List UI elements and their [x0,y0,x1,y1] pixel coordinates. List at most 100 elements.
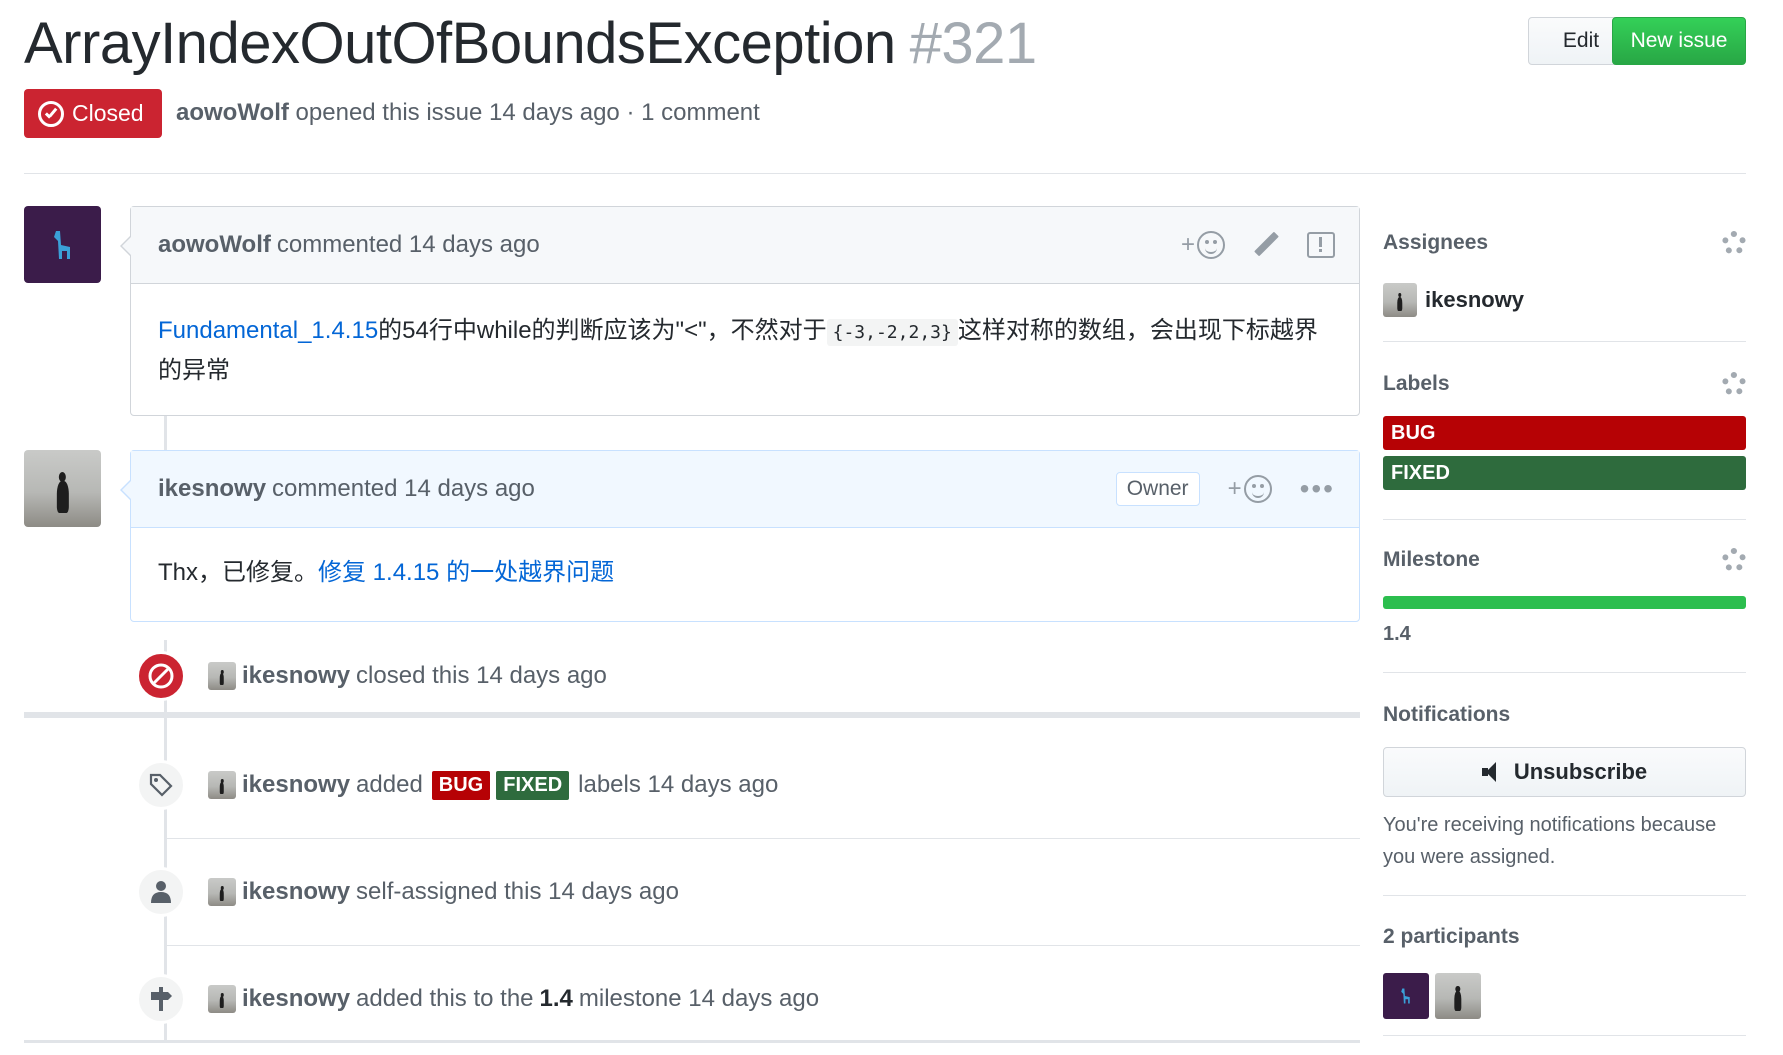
event-text: labels 14 days ago [578,771,779,798]
comment-text: Thx，已修复。 [158,559,319,586]
assignees-title: Assignees [1383,231,1489,254]
avatar[interactable] [208,771,236,799]
unsubscribe-label: Unsubscribe [1513,759,1648,784]
add-reaction-button[interactable]: + [1228,475,1272,503]
comment-author[interactable]: ikesnowy [158,475,266,503]
sidebar-assignees: Assignees ikesnowy [1383,231,1746,317]
milestone-progress-bar [1383,596,1746,609]
comment-text: 的54行中while的判断应该为"<"，不然对于 [378,317,827,344]
sidebar-divider [1383,1035,1746,1036]
sidebar-divider [1383,341,1746,342]
issue-title: ArrayIndexOutOfBoundsException #321 [24,10,1037,77]
issue-author-link[interactable]: aowoWolf [176,99,289,126]
circle-slash-icon [148,663,174,689]
avatar[interactable] [1435,973,1481,1019]
person-figure [1454,985,1462,1011]
timeline-divider [24,712,1360,718]
comment-timestamp[interactable]: commented 14 days ago [277,231,540,259]
avatar[interactable] [1383,973,1429,1019]
tag-icon [149,773,173,797]
smiley-icon [1197,231,1225,259]
comment-link[interactable]: Fundamental_1.4.15 [158,317,378,344]
comment-header: ikesnowy commented 14 days ago Owner + •… [131,451,1359,528]
report-content-icon[interactable] [1307,232,1335,258]
timeline-event-assigned: ikesnowy self-assigned this 14 days ago [136,867,679,917]
sidebar-notifications: Notifications Unsubscribe You're receivi… [1383,703,1746,873]
mute-icon [1481,762,1504,782]
label-fixed[interactable]: FIXED [496,770,570,800]
issue-meta-text: opened this issue 14 days ago · 1 commen… [295,99,760,126]
sidebar-section-header[interactable]: Labels [1383,372,1746,402]
event-text: closed this 14 days ago [356,662,607,689]
comment-timestamp[interactable]: commented 14 days ago [272,475,535,503]
participants-avatars [1383,973,1746,1019]
person-icon [151,881,171,903]
sidebar-section-header[interactable]: Assignees [1383,231,1746,261]
person-badge [136,867,186,917]
avatar [1383,283,1417,317]
more-options-icon[interactable]: ••• [1300,475,1335,503]
person-figure [219,886,225,901]
event-user[interactable]: ikesnowy [242,662,350,690]
label-bug[interactable]: BUG [431,770,491,800]
sidebar-divider [1383,672,1746,673]
sidebar-label-bug[interactable]: BUG [1383,416,1746,450]
issue-closed-icon [38,100,64,127]
participants-title: 2 participants [1383,925,1520,948]
labels-title: Labels [1383,372,1450,395]
avatar[interactable] [208,878,236,906]
avatar[interactable] [208,662,236,690]
sidebar-section-header[interactable]: Milestone [1383,548,1746,578]
gear-icon[interactable] [1722,372,1746,396]
comment-actions: Owner + ••• [1115,451,1335,527]
tag-badge [136,760,186,810]
assignee-row[interactable]: ikesnowy [1383,283,1746,317]
event-user[interactable]: ikesnowy [242,771,350,799]
milestone-link[interactable]: 1.4 [540,985,573,1013]
comment-actions: + [1181,207,1335,283]
event-text: milestone 14 days ago [578,985,820,1012]
timeline-event-labeled: ikesnowy added BUG FIXED labels 14 days … [136,760,778,810]
milestone-badge [136,974,186,1024]
issue-meta: aowoWolf opened this issue 14 days ago ·… [176,99,760,127]
unsubscribe-button[interactable]: Unsubscribe [1383,747,1746,797]
comment-box: ikesnowy commented 14 days ago Owner + •… [120,450,1360,622]
closed-badge [136,651,186,701]
plus-icon: + [1227,475,1242,502]
timeline-divider [164,945,1360,946]
header-divider [24,173,1746,174]
notification-reason: You're receiving notifications because y… [1383,814,1717,868]
commit-link[interactable]: 修复 1.4.15 的一处越界问题 [318,559,614,586]
sidebar-divider [1383,519,1746,520]
issue-title-text: ArrayIndexOutOfBoundsException [24,11,896,76]
edit-comment-icon[interactable] [1253,232,1279,258]
gear-icon[interactable] [1722,548,1746,572]
milestone-name[interactable]: 1.4 [1383,623,1746,646]
timeline-event-closed: ikesnowy closed this 14 days ago [136,651,607,701]
gear-icon[interactable] [1722,231,1746,255]
status-badge: Closed [24,89,162,138]
avatar[interactable] [24,206,101,283]
giraffe-icon [1401,988,1410,1004]
comment-body: Thx，已修复。修复 1.4.15 的一处越界问题 [131,528,1359,620]
avatar[interactable] [208,985,236,1013]
new-issue-button[interactable]: New issue [1612,17,1746,65]
person-figure [219,993,225,1008]
event-user[interactable]: ikesnowy [242,878,350,906]
sidebar-label-fixed[interactable]: FIXED [1383,456,1746,490]
add-reaction-button[interactable]: + [1181,231,1225,259]
avatar[interactable] [24,450,101,527]
sidebar-participants: 2 participants [1383,925,1746,1019]
owner-badge: Owner [1115,472,1200,506]
comment-header: aowoWolf commented 14 days ago + [131,207,1359,284]
giraffe-icon [53,230,70,259]
event-text: added this to the [356,985,534,1012]
status-badge-label: Closed [72,100,144,126]
event-user[interactable]: ikesnowy [242,985,350,1013]
person-figure [219,670,225,685]
comment-author[interactable]: aowoWolf [158,231,271,259]
event-text: added [356,771,423,798]
smiley-icon [1243,475,1272,503]
comment-box: aowoWolf commented 14 days ago + Fundame… [120,206,1360,416]
timeline-event-milestone: ikesnowy added this to the 1.4 milestone… [136,974,819,1024]
